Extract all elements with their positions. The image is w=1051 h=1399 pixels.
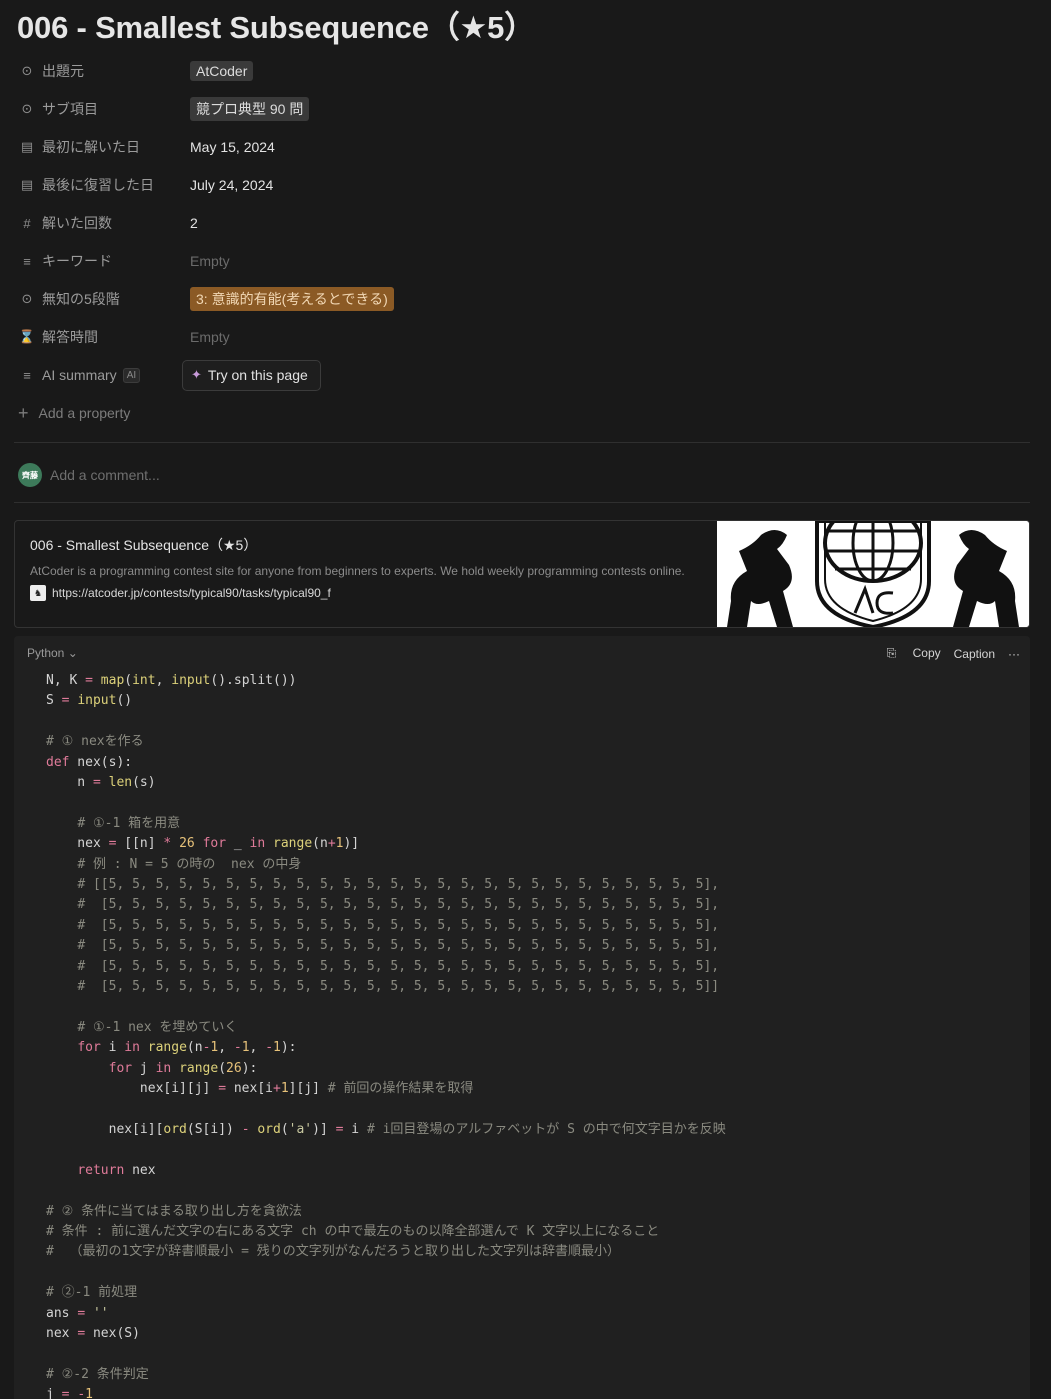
property-source[interactable]: ⊙ 出題元 AtCoder bbox=[18, 52, 1018, 90]
property-label: キーワード bbox=[42, 253, 112, 269]
property-label: サブ項目 bbox=[42, 101, 98, 117]
property-label: 解いた回数 bbox=[42, 215, 112, 231]
plus-icon: + bbox=[18, 402, 29, 423]
page-title[interactable]: 006 - Smallest Subsequence（★5） bbox=[17, 2, 535, 47]
try-ai-button[interactable]: ✦ Try on this page bbox=[182, 359, 321, 391]
property-ignorance-stage[interactable]: ⊙ 無知の5段階 3: 意識的有能(考えるとできる) bbox=[18, 280, 1018, 318]
properties: ⊙ 出題元 AtCoder ⊙ サブ項目 競プロ典型 90 問 ▤ 最初に解いた日 M… bbox=[18, 52, 1018, 432]
comment-box[interactable]: 齊藤 Add a comment... bbox=[18, 463, 160, 487]
language-label: Python bbox=[27, 646, 65, 660]
source-tag[interactable]: AtCoder bbox=[190, 61, 254, 81]
select-icon: ⊙ bbox=[21, 101, 33, 116]
text-icon: ≡ bbox=[23, 367, 31, 383]
hash-icon: # bbox=[23, 215, 31, 231]
code-block[interactable]: Python ⌄ ⎘ Copy Caption ··· N, K = map(i… bbox=[14, 636, 1030, 1399]
subitem-tag[interactable]: 競プロ典型 90 問 bbox=[190, 97, 310, 121]
keyword-value[interactable]: Empty bbox=[190, 253, 230, 269]
language-selector[interactable]: Python ⌄ bbox=[27, 646, 78, 660]
add-property-label: Add a property bbox=[38, 405, 131, 421]
atcoder-favicon-icon: ♞ bbox=[30, 585, 46, 601]
property-solve-count[interactable]: # 解いた回数 2 bbox=[18, 204, 1018, 242]
comment-input[interactable]: Add a comment... bbox=[50, 467, 160, 483]
divider bbox=[14, 442, 1030, 443]
property-label: 最初に解いた日 bbox=[42, 139, 140, 155]
property-first-solved[interactable]: ▤ 最初に解いた日 May 15, 2024 bbox=[18, 128, 1018, 166]
stage-tag[interactable]: 3: 意識的有能(考えるとできる) bbox=[190, 287, 394, 311]
sparkle-icon: ✦ bbox=[191, 367, 202, 382]
first-solved-date[interactable]: May 15, 2024 bbox=[190, 139, 275, 155]
property-last-reviewed[interactable]: ▤ 最後に復習した日 July 24, 2024 bbox=[18, 166, 1018, 204]
divider bbox=[14, 502, 1030, 503]
copy-button[interactable]: ⎘ Copy bbox=[874, 646, 941, 661]
answer-time-value[interactable]: Empty bbox=[190, 329, 230, 345]
property-subitem[interactable]: ⊙ サブ項目 競プロ典型 90 問 bbox=[18, 90, 1018, 128]
select-icon: ⊙ bbox=[21, 291, 33, 306]
more-icon[interactable]: ··· bbox=[1008, 647, 1020, 661]
add-property-button[interactable]: + Add a property bbox=[18, 394, 1018, 432]
ai-badge: AI bbox=[122, 367, 141, 383]
caption-button[interactable]: Caption bbox=[954, 647, 995, 661]
property-answer-time[interactable]: ⌛ 解答時間 Empty bbox=[18, 318, 1018, 356]
property-keyword[interactable]: ≡ キーワード Empty bbox=[18, 242, 1018, 280]
property-label: AI summary bbox=[42, 367, 117, 383]
property-label: 解答時間 bbox=[42, 329, 98, 345]
text-icon: ≡ bbox=[23, 253, 31, 269]
bookmark-card[interactable]: 006 - Smallest Subsequence（★5） AtCoder i… bbox=[14, 520, 1030, 628]
property-label: 無知の5段階 bbox=[42, 291, 120, 307]
property-label: 出題元 bbox=[42, 63, 84, 79]
code-content[interactable]: N, K = map(int, input().split()) S = inp… bbox=[46, 671, 726, 1399]
bookmark-title: 006 - Smallest Subsequence（★5） bbox=[30, 537, 258, 553]
chevron-down-icon: ⌄ bbox=[67, 646, 78, 660]
calendar-icon: ▤ bbox=[20, 177, 34, 192]
select-icon: ⊙ bbox=[21, 63, 33, 78]
calendar-icon: ▤ bbox=[20, 139, 34, 154]
copy-icon: ⎘ bbox=[886, 646, 897, 660]
last-reviewed-date[interactable]: July 24, 2024 bbox=[190, 177, 273, 193]
bookmark-url: https://atcoder.jp/contests/typical90/ta… bbox=[52, 586, 331, 600]
property-label: 最後に復習した日 bbox=[42, 177, 154, 193]
solve-count[interactable]: 2 bbox=[190, 215, 198, 231]
bookmark-description: AtCoder is a programming contest site fo… bbox=[30, 564, 685, 578]
try-ai-label: Try on this page bbox=[207, 367, 308, 383]
copy-label: Copy bbox=[912, 646, 941, 660]
timer-icon: ⌛ bbox=[18, 329, 36, 344]
avatar: 齊藤 bbox=[18, 463, 42, 487]
atcoder-logo-image bbox=[717, 521, 1029, 627]
property-ai-summary[interactable]: ≡ AI summary AI ✦ Try on this page bbox=[18, 356, 1018, 394]
